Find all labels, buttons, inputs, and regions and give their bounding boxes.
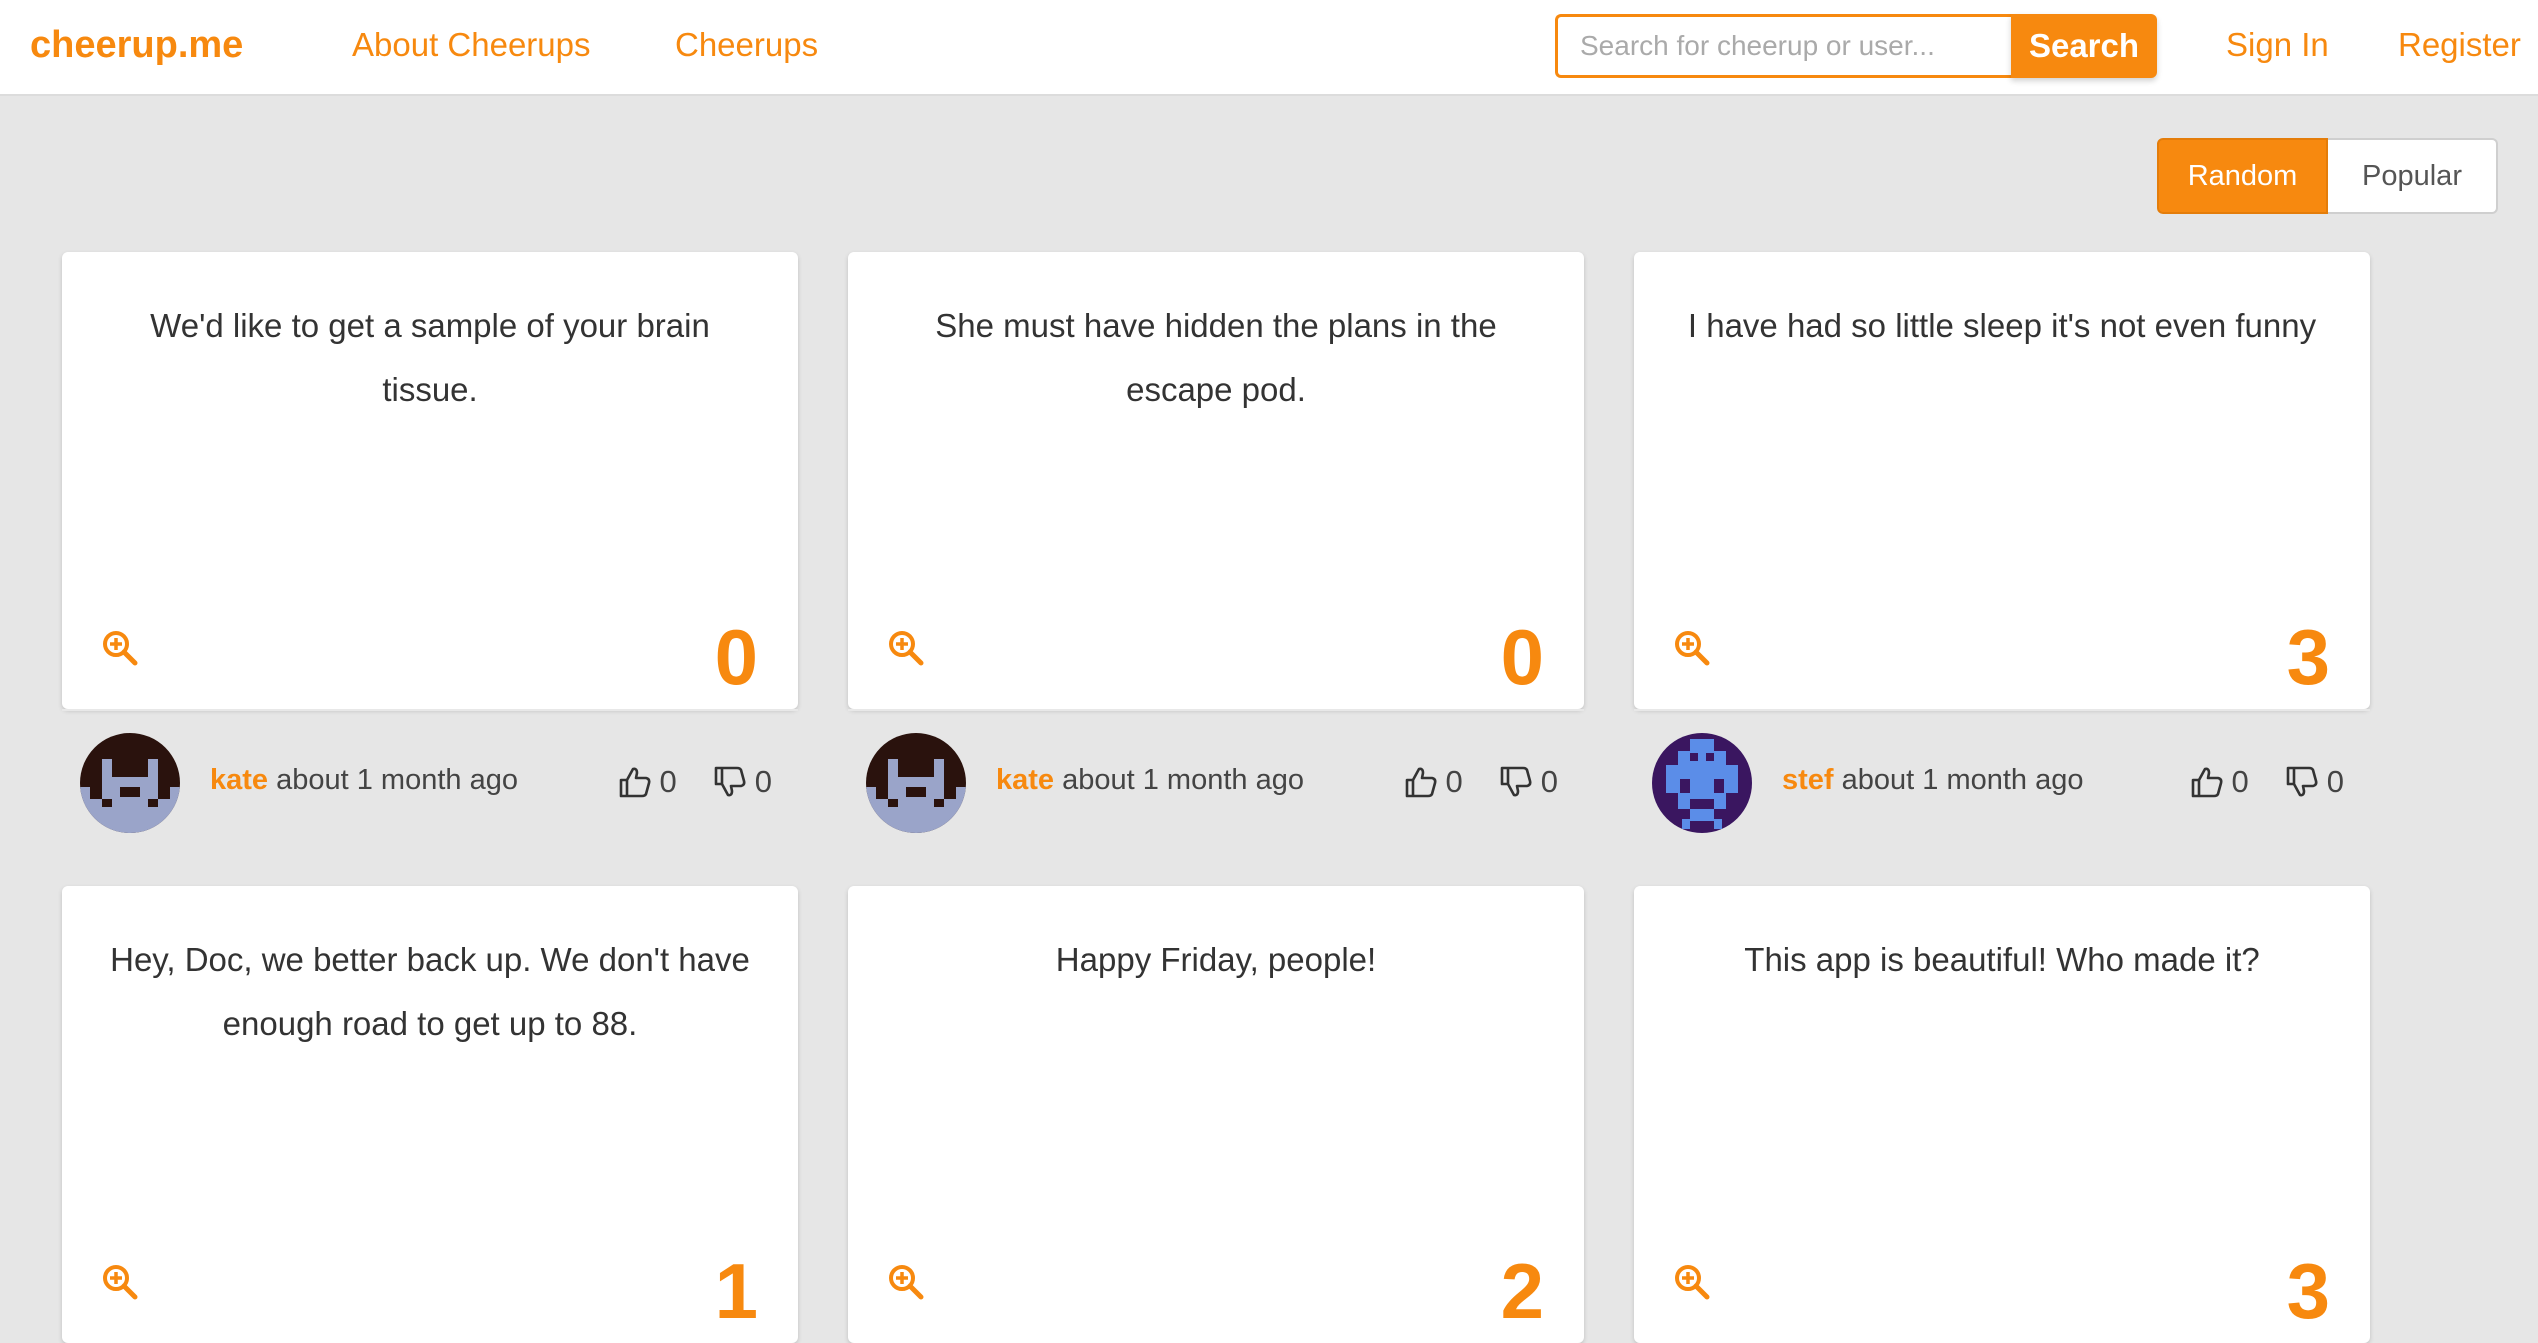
cheerup-score: 2 [1500, 1247, 1544, 1335]
cheerup-card: Hey, Doc, we better back up. We don't ha… [62, 886, 798, 1343]
username-link[interactable]: kate [996, 764, 1054, 796]
timestamp: about 1 month ago [1841, 764, 2084, 796]
like-count: 0 [2231, 764, 2249, 799]
zoom-in-icon[interactable] [1672, 628, 1712, 668]
thumbs-down-icon [714, 766, 746, 797]
cheerup-text: Hey, Doc, we better back up. We don't ha… [110, 941, 750, 1042]
search-button[interactable]: Search [2011, 14, 2157, 78]
like-button[interactable]: 0 [2190, 764, 2249, 800]
sign-in-link[interactable]: Sign In [2226, 26, 2329, 64]
cheerup-card: Happy Friday, people! 2 [848, 886, 1584, 1343]
dislike-count: 0 [1540, 764, 1558, 799]
search-form: Search [1555, 14, 2157, 78]
thumbs-down-icon [2286, 766, 2318, 797]
zoom-in-icon[interactable] [100, 628, 140, 668]
card-footer: kate about 1 month ago 0 0 [62, 709, 798, 854]
cheerup-score: 0 [1500, 613, 1544, 701]
zoom-in-icon[interactable] [886, 628, 926, 668]
like-button[interactable]: 0 [1404, 764, 1463, 800]
vote-controls: 0 0 [2190, 764, 2344, 800]
avatar[interactable] [866, 733, 966, 833]
zoom-in-icon[interactable] [100, 1262, 140, 1302]
nav-about-cheerups[interactable]: About Cheerups [352, 26, 591, 64]
top-navbar: cheerup.me About Cheerups Cheerups Searc… [0, 0, 2538, 96]
card-meta: kate about 1 month ago [996, 764, 1304, 797]
timestamp: about 1 month ago [276, 764, 518, 796]
search-input[interactable] [1555, 14, 2011, 78]
thumbs-up-icon [2191, 767, 2222, 798]
sort-popular-button[interactable]: Popular [2328, 138, 2498, 214]
sort-random-button[interactable]: Random [2157, 138, 2328, 214]
cheerup-text: She must have hidden the plans in the es… [935, 307, 1497, 408]
username-link[interactable]: kate [210, 764, 268, 796]
thumbs-down-icon [1500, 766, 1532, 797]
cheerup-text: We'd like to get a sample of your brain … [150, 307, 710, 408]
cheerup-score: 3 [2286, 613, 2330, 701]
cheerup-card: I have had so little sleep it's not even… [1634, 252, 2370, 833]
dislike-count: 0 [754, 764, 772, 799]
register-link[interactable]: Register [2398, 26, 2521, 64]
cheerup-score: 0 [714, 613, 758, 701]
dislike-count: 0 [2326, 764, 2344, 799]
cheerup-text: I have had so little sleep it's not even… [1687, 307, 2317, 344]
avatar[interactable] [1652, 733, 1752, 833]
cheerup-text: Happy Friday, people! [1055, 941, 1377, 978]
thumbs-up-icon [619, 767, 651, 798]
dislike-button[interactable]: 0 [2285, 764, 2344, 800]
cheerup-score: 3 [2286, 1247, 2330, 1335]
cheerup-card: We'd like to get a sample of your brain … [62, 252, 798, 833]
cheerup-card: This app is beautiful! Who made it? 3 [1634, 886, 2370, 1343]
avatar[interactable] [80, 733, 180, 833]
dislike-button[interactable]: 0 [713, 764, 772, 800]
brand-logo[interactable]: cheerup.me [30, 24, 243, 67]
username-link[interactable]: stef [1782, 764, 1834, 796]
like-count: 0 [1445, 764, 1463, 799]
card-meta: kate about 1 month ago [210, 764, 518, 797]
cheerup-score: 1 [714, 1247, 758, 1335]
vote-controls: 0 0 [618, 764, 772, 800]
card-footer: kate about 1 month ago 0 0 [848, 709, 1584, 854]
like-count: 0 [659, 764, 677, 799]
cheerup-text: This app is beautiful! Who made it? [1744, 941, 2260, 978]
timestamp: about 1 month ago [1062, 764, 1304, 796]
zoom-in-icon[interactable] [886, 1262, 926, 1302]
card-footer: stef about 1 month ago 0 0 [1634, 709, 2370, 854]
like-button[interactable]: 0 [618, 764, 677, 800]
cheerup-card: She must have hidden the plans in the es… [848, 252, 1584, 833]
zoom-in-icon[interactable] [1672, 1262, 1712, 1302]
thumbs-up-icon [1405, 767, 1436, 798]
card-meta: stef about 1 month ago [1782, 764, 2084, 797]
vote-controls: 0 0 [1404, 764, 1558, 800]
nav-cheerups[interactable]: Cheerups [675, 26, 818, 64]
dislike-button[interactable]: 0 [1499, 764, 1558, 800]
